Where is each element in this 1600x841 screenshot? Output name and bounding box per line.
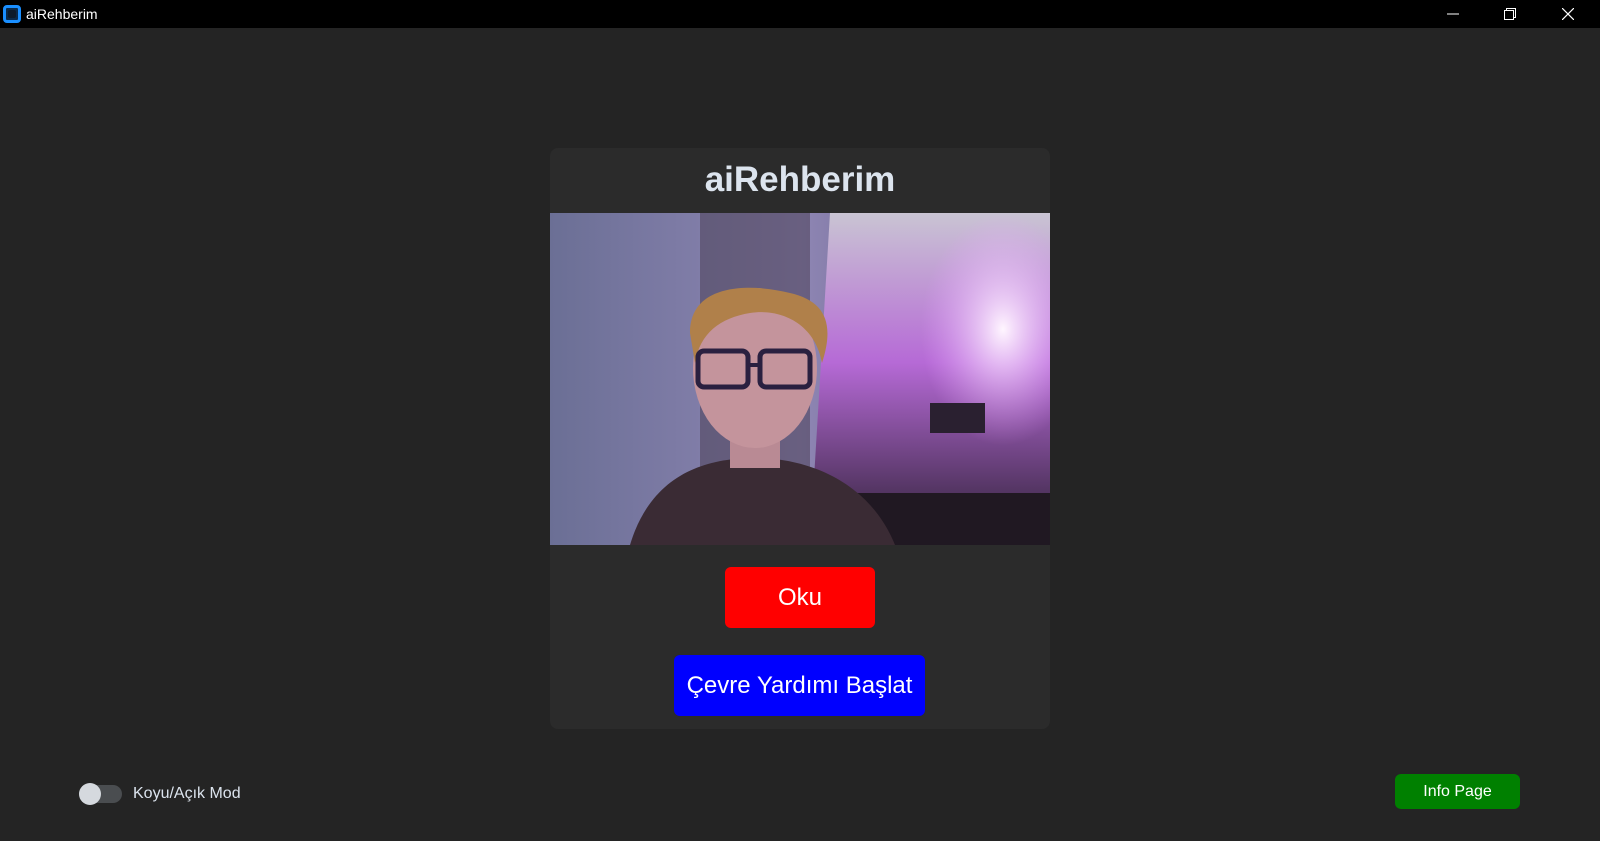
- read-button[interactable]: Oku: [725, 567, 875, 628]
- window-title: aiRehberim: [26, 6, 98, 22]
- restore-icon: [1504, 8, 1516, 20]
- dark-light-mode-toggle[interactable]: Koyu/Açık Mod: [79, 782, 241, 806]
- start-environment-help-button[interactable]: Çevre Yardımı Başlat: [674, 655, 925, 716]
- close-button[interactable]: [1540, 0, 1596, 28]
- app-icon: [3, 5, 21, 23]
- camera-feed-image: [550, 213, 1050, 545]
- app-heading: aiRehberim: [704, 160, 896, 199]
- window-titlebar: aiRehberim: [0, 0, 1600, 28]
- info-page-button[interactable]: Info Page: [1395, 774, 1520, 809]
- restore-button[interactable]: [1482, 0, 1538, 28]
- close-icon: [1562, 8, 1574, 20]
- minimize-button[interactable]: [1425, 0, 1481, 28]
- mode-toggle-label: Koyu/Açık Mod: [133, 785, 241, 802]
- toggle-knob: [79, 783, 101, 805]
- toggle-switch[interactable]: [79, 783, 122, 805]
- camera-feed-icon: [550, 213, 1050, 545]
- minimize-icon: [1447, 13, 1459, 15]
- main-card: aiRehberim Oku Çevre Yardımı Başlat: [550, 148, 1050, 729]
